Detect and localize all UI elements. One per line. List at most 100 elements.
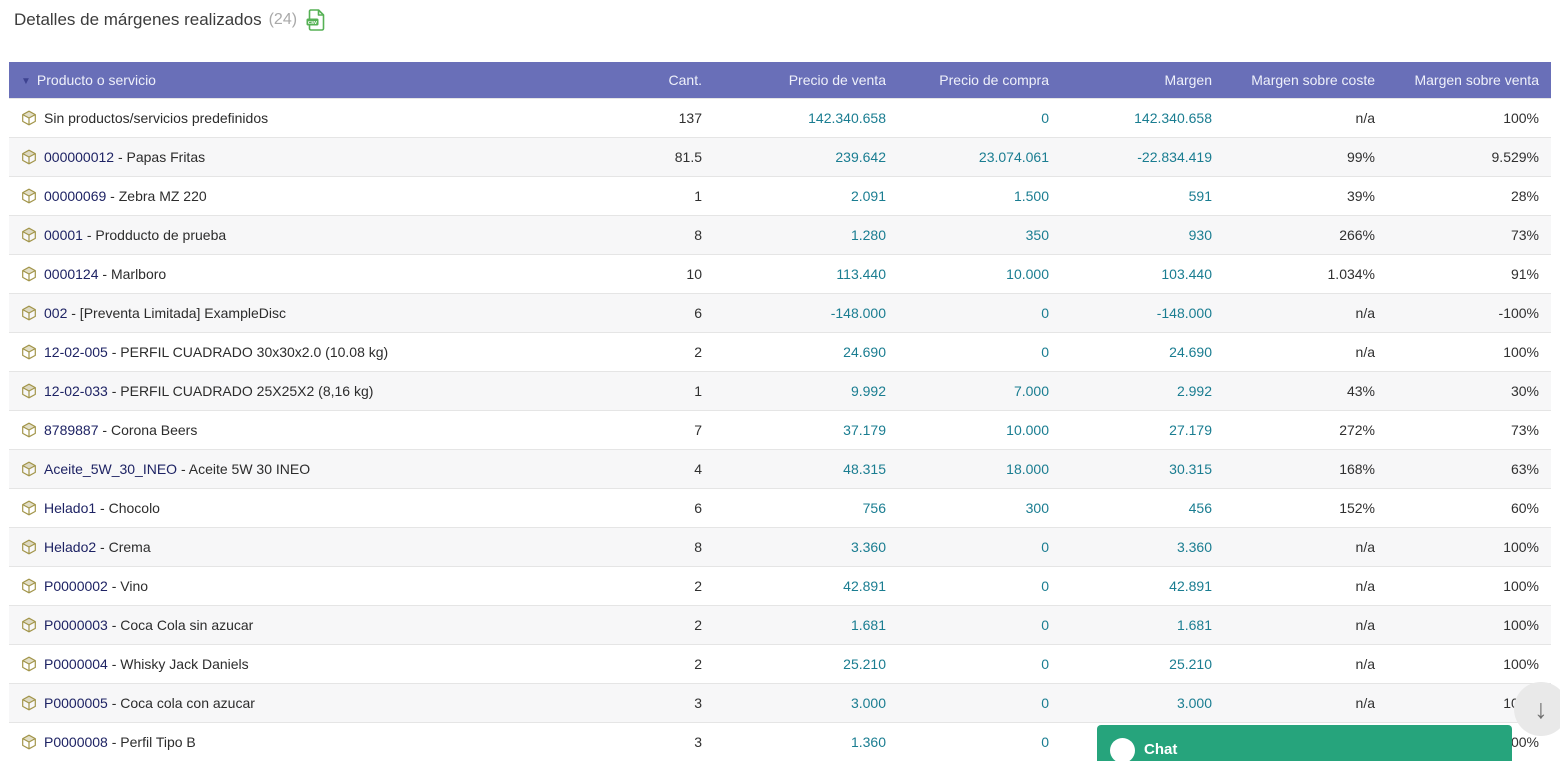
product-ref-link[interactable]: P0000003 xyxy=(44,617,108,633)
table-row: 8789887 - Corona Beers 7 37.179 10.000 2… xyxy=(9,411,1551,450)
cell-margen-venta: 73% xyxy=(1387,411,1551,450)
cell-precio-compra: 10.000 xyxy=(898,411,1061,450)
table-row: Helado1 - Chocolo 6 756 300 456 152% 60% xyxy=(9,489,1551,528)
cell-precio-compra: 0 xyxy=(898,99,1061,138)
product-name: - Zebra MZ 220 xyxy=(106,188,206,204)
cell-cant: 1 xyxy=(619,177,714,216)
column-header-precio-compra[interactable]: Precio de compra xyxy=(898,62,1061,99)
product-cube-icon xyxy=(21,422,37,438)
cell-margen-coste: 43% xyxy=(1224,372,1387,411)
cell-margen-venta: 73% xyxy=(1387,216,1551,255)
cell-precio-venta: 1.681 xyxy=(714,606,898,645)
cell-margen: 930 xyxy=(1061,216,1224,255)
cell-margen-coste: 152% xyxy=(1224,489,1387,528)
column-header-precio-venta[interactable]: Precio de venta xyxy=(714,62,898,99)
product-cube-icon xyxy=(21,110,37,126)
product-ref-link[interactable]: 12-02-005 xyxy=(44,344,108,360)
cell-margen-coste: 99% xyxy=(1224,138,1387,177)
product-ref-link[interactable]: 12-02-033 xyxy=(44,383,108,399)
cell-margen-coste: n/a xyxy=(1224,99,1387,138)
cell-margen-venta: 30% xyxy=(1387,372,1551,411)
column-header-margen-venta[interactable]: Margen sobre venta xyxy=(1387,62,1551,99)
product-ref-link[interactable]: 00000069 xyxy=(44,188,106,204)
cell-cant: 2 xyxy=(619,645,714,684)
product-name: - Prodducto de prueba xyxy=(83,227,226,243)
product-cube-icon xyxy=(21,695,37,711)
product-ref-link[interactable]: Helado2 xyxy=(44,539,96,555)
cell-precio-venta: 42.891 xyxy=(714,567,898,606)
cell-precio-venta: 37.179 xyxy=(714,411,898,450)
product-name: - PERFIL CUADRADO 25X25X2 (8,16 kg) xyxy=(108,383,374,399)
cell-precio-compra: 0 xyxy=(898,606,1061,645)
cell-margen-venta: 100% xyxy=(1387,567,1551,606)
cell-cant: 3 xyxy=(619,684,714,723)
product-ref-link[interactable]: 002 xyxy=(44,305,67,321)
cell-margen-venta: 100% xyxy=(1387,99,1551,138)
product-ref-link[interactable]: 00001 xyxy=(44,227,83,243)
cell-margen-venta: 100% xyxy=(1387,528,1551,567)
product-cube-icon xyxy=(21,578,37,594)
product-name: - Vino xyxy=(108,578,148,594)
product-name: - Coca Cola sin azucar xyxy=(108,617,254,633)
cell-margen-coste: 168% xyxy=(1224,450,1387,489)
cell-margen: 24.690 xyxy=(1061,333,1224,372)
cell-precio-compra: 10.000 xyxy=(898,255,1061,294)
cell-precio-compra: 0 xyxy=(898,333,1061,372)
cell-margen-coste: n/a xyxy=(1224,606,1387,645)
cell-cant: 2 xyxy=(619,333,714,372)
table-row: 12-02-005 - PERFIL CUADRADO 30x30x2.0 (1… xyxy=(9,333,1551,372)
cell-cant: 7 xyxy=(619,411,714,450)
cell-precio-venta: 1.360 xyxy=(714,723,898,761)
cell-precio-venta: 3.000 xyxy=(714,684,898,723)
cell-margen-venta: 91% xyxy=(1387,255,1551,294)
row-count-badge: (24) xyxy=(269,11,297,29)
cell-precio-compra: 1.500 xyxy=(898,177,1061,216)
product-name: - Corona Beers xyxy=(99,422,198,438)
down-arrow-icon: ↓ xyxy=(1534,696,1548,723)
cell-margen-coste: n/a xyxy=(1224,294,1387,333)
product-ref-link[interactable]: Helado1 xyxy=(44,500,96,516)
cell-precio-compra: 7.000 xyxy=(898,372,1061,411)
product-cube-icon xyxy=(21,305,37,321)
product-ref-link[interactable]: P0000002 xyxy=(44,578,108,594)
cell-precio-compra: 18.000 xyxy=(898,450,1061,489)
cell-cant: 4 xyxy=(619,450,714,489)
product-ref-link[interactable]: P0000004 xyxy=(44,656,108,672)
table-row: P0000005 - Coca cola con azucar 3 3.000 … xyxy=(9,684,1551,723)
cell-cant: 6 xyxy=(619,294,714,333)
table-row: 000000012 - Papas Fritas 81.5 239.642 23… xyxy=(9,138,1551,177)
cell-precio-venta: 25.210 xyxy=(714,645,898,684)
sort-desc-icon: ▼ xyxy=(21,76,31,87)
product-ref-link[interactable]: 0000124 xyxy=(44,266,99,282)
cell-margen: 25.210 xyxy=(1061,645,1224,684)
cell-margen-venta: 100% xyxy=(1387,333,1551,372)
cell-margen-venta: 100% xyxy=(1387,606,1551,645)
cell-precio-compra: 23.074.061 xyxy=(898,138,1061,177)
cell-margen: 142.340.658 xyxy=(1061,99,1224,138)
cell-cant: 8 xyxy=(619,216,714,255)
column-header-cant[interactable]: Cant. xyxy=(619,62,714,99)
table-row: P0000003 - Coca Cola sin azucar 2 1.681 … xyxy=(9,606,1551,645)
cell-margen: 27.179 xyxy=(1061,411,1224,450)
product-ref-link[interactable]: 000000012 xyxy=(44,149,114,165)
scroll-down-button[interactable]: ↓ xyxy=(1514,682,1560,736)
column-header-margen[interactable]: Margen xyxy=(1061,62,1224,99)
column-header-margen-coste[interactable]: Margen sobre coste xyxy=(1224,62,1387,99)
column-header-producto[interactable]: ▼Producto o servicio xyxy=(9,62,619,99)
product-ref-link[interactable]: P0000008 xyxy=(44,734,108,750)
cell-precio-venta: 24.690 xyxy=(714,333,898,372)
cell-precio-venta: 756 xyxy=(714,489,898,528)
cell-margen: 456 xyxy=(1061,489,1224,528)
cell-margen-venta: 9.529% xyxy=(1387,138,1551,177)
table-row: P0000002 - Vino 2 42.891 0 42.891 n/a 10… xyxy=(9,567,1551,606)
csv-export-icon[interactable]: csv xyxy=(306,9,325,31)
product-ref-link[interactable]: P0000005 xyxy=(44,695,108,711)
product-name: - Coca cola con azucar xyxy=(108,695,255,711)
product-ref-link[interactable]: 8789887 xyxy=(44,422,99,438)
cell-precio-venta: 9.992 xyxy=(714,372,898,411)
cell-cant: 3 xyxy=(619,723,714,761)
cell-cant: 8 xyxy=(619,528,714,567)
product-ref-link[interactable]: Aceite_5W_30_INEO xyxy=(44,461,177,477)
cell-cant: 137 xyxy=(619,99,714,138)
cell-precio-compra: 0 xyxy=(898,528,1061,567)
